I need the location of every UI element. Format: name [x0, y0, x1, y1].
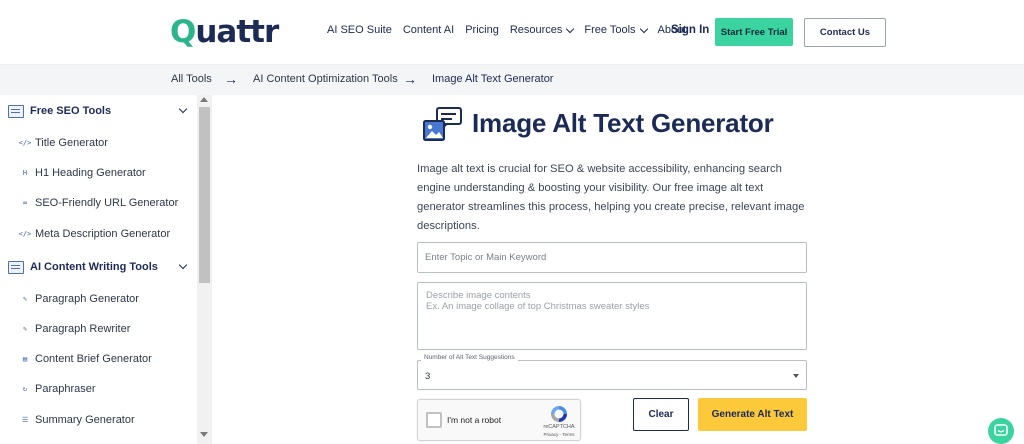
- sidebar-item-label: Paragraph Rewriter: [35, 323, 131, 335]
- chevron-down-icon: [639, 24, 648, 33]
- generate-alt-text-button[interactable]: Generate Alt Text: [698, 398, 807, 431]
- code-icon: </>: [18, 139, 32, 147]
- clear-button[interactable]: Clear: [633, 398, 689, 431]
- recaptcha-brand: reCAPTCHA: [543, 424, 575, 430]
- image-alt-text-icon: [423, 107, 462, 141]
- breadcrumb: All Tools → AI Content Optimization Tool…: [0, 64, 1024, 95]
- nav-content-ai[interactable]: Content AI: [403, 24, 454, 36]
- caret-down-icon: [793, 374, 799, 378]
- sidebar-item-label: Paragraph Generator: [35, 293, 139, 305]
- pen-icon: ✎: [22, 295, 28, 303]
- nav-pricing[interactable]: Pricing: [465, 24, 499, 36]
- arrow-right-icon: →: [403, 71, 417, 87]
- document-icon: ▤: [22, 355, 28, 363]
- sidebar-item-h1-heading-generator[interactable]: H H1 Heading Generator: [20, 165, 146, 181]
- sidebar-item-paragraph-rewriter[interactable]: ✎ Paragraph Rewriter: [20, 321, 130, 337]
- sidebar-item-label: Title Generator: [35, 137, 108, 149]
- writing-tools-icon: [8, 260, 24, 274]
- chevron-down-icon: [178, 260, 188, 270]
- rewrite-icon: ✎: [22, 325, 28, 333]
- sidebar-item-paraphraser[interactable]: ↻ Paraphraser: [20, 381, 96, 397]
- recaptcha-logo-icon: [551, 406, 567, 422]
- nav-ai-seo-suite[interactable]: AI SEO Suite: [327, 24, 392, 36]
- sidebar-item-label: H1 Heading Generator: [35, 167, 146, 179]
- refresh-icon: ↻: [22, 385, 28, 393]
- code-icon: </>: [18, 230, 32, 238]
- recaptcha-terms[interactable]: Privacy - Terms: [537, 432, 581, 437]
- sidebar-item-paragraph-generator[interactable]: ✎ Paragraph Generator: [20, 291, 139, 307]
- recaptcha-checkbox[interactable]: [426, 412, 442, 428]
- chevron-down-icon: [178, 104, 188, 114]
- recaptcha-label: I'm not a robot: [447, 415, 502, 425]
- seo-tools-icon: [8, 104, 24, 118]
- sidebar-item-seo-url-generator[interactable]: ∞ SEO-Friendly URL Generator: [20, 195, 178, 211]
- sidebar-section-ai-content-writing-tools[interactable]: AI Content Writing Tools: [8, 257, 192, 277]
- sidebar-item-label: Summary Generator: [35, 414, 135, 426]
- logo-text: Quattr: [170, 14, 279, 50]
- sidebar-section-free-seo-tools[interactable]: Free SEO Tools: [8, 101, 192, 121]
- start-free-trial-button[interactable]: Start Free Trial: [715, 18, 793, 46]
- sidebar-scrollbar-thumb[interactable]: [199, 107, 210, 283]
- tools-sidebar: Free SEO Tools </> Title Generator H H1 …: [0, 95, 212, 444]
- section-title: AI Content Writing Tools: [30, 261, 158, 273]
- sidebar-item-content-brief-generator[interactable]: ▤ Content Brief Generator: [20, 351, 152, 367]
- breadcrumb-current: Image Alt Text Generator: [432, 73, 554, 85]
- section-title: Free SEO Tools: [30, 105, 112, 117]
- breadcrumb-all-tools[interactable]: All Tools: [171, 73, 212, 85]
- recaptcha-widget: I'm not a robot reCAPTCHA Privacy - Term…: [417, 399, 581, 441]
- sidebar-item-title-generator[interactable]: </> Title Generator: [18, 135, 108, 151]
- sidebar-item-label: Meta Description Generator: [35, 228, 171, 240]
- suggestions-count-value: 3: [425, 371, 431, 382]
- link-icon: ∞: [22, 199, 28, 207]
- chat-widget-button[interactable]: [988, 418, 1014, 444]
- heading-icon: H: [22, 169, 28, 177]
- topic-keyword-input[interactable]: [417, 242, 807, 273]
- nav-resources[interactable]: Resources: [510, 24, 575, 36]
- suggestions-count-label: Number of Alt Text Suggestions: [421, 354, 518, 361]
- nav-free-tools[interactable]: Free Tools: [584, 24, 648, 36]
- sidebar-item-meta-description-generator[interactable]: </> Meta Description Generator: [18, 226, 171, 242]
- breadcrumb-ai-content-optimization[interactable]: AI Content Optimization Tools: [253, 73, 398, 85]
- summary-icon: ☰: [21, 416, 29, 424]
- scroll-down-icon[interactable]: [200, 432, 208, 437]
- site-header: Quattr AI SEO Suite Content AI Pricing R…: [0, 0, 1024, 64]
- chevron-down-icon: [566, 24, 575, 33]
- arrow-right-icon: →: [224, 71, 238, 87]
- image-description-textarea[interactable]: [417, 282, 807, 350]
- sign-in-link[interactable]: Sign In: [671, 24, 709, 36]
- contact-us-button[interactable]: Contact Us: [804, 18, 886, 47]
- scroll-up-icon[interactable]: [200, 97, 208, 102]
- chat-icon: [994, 424, 1008, 436]
- sidebar-item-summary-generator[interactable]: ☰ Summary Generator: [20, 412, 135, 428]
- main-nav: AI SEO Suite Content AI Pricing Resource…: [327, 24, 697, 36]
- suggestions-count-select[interactable]: [417, 360, 807, 390]
- tool-description: Image alt text is crucial for SEO & webs…: [417, 163, 805, 232]
- quattr-logo[interactable]: Quattr: [170, 14, 279, 50]
- page-title: Image Alt Text Generator: [472, 108, 774, 138]
- sidebar-item-label: Paraphraser: [35, 383, 96, 395]
- sidebar-item-label: SEO-Friendly URL Generator: [35, 197, 179, 209]
- sidebar-item-label: Content Brief Generator: [35, 353, 152, 365]
